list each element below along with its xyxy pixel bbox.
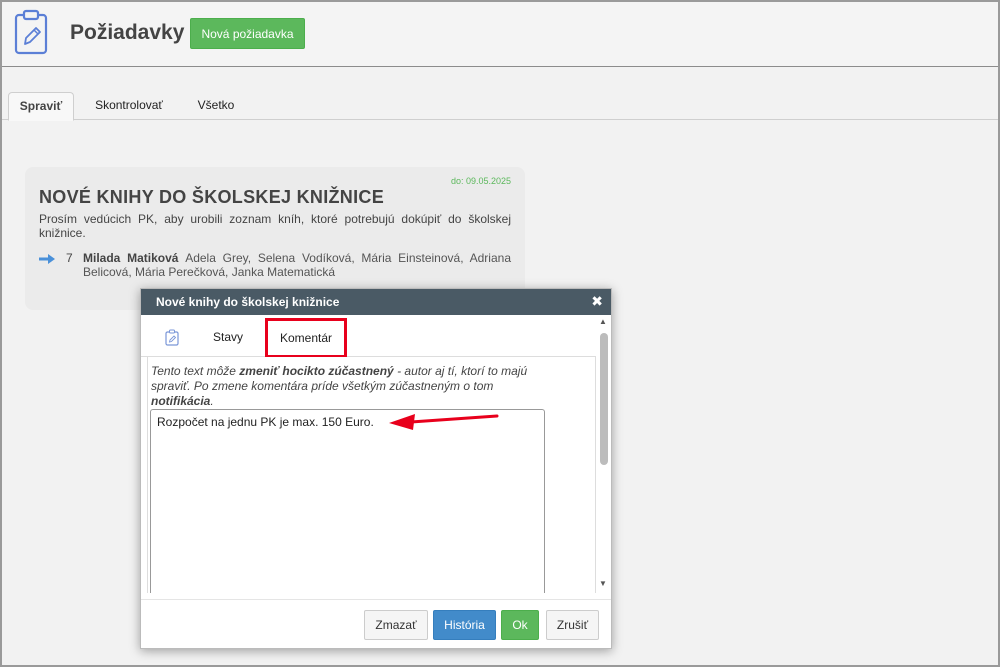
dialog-tabs: Stavy Komentár: [141, 315, 596, 358]
tab-review[interactable]: Skontrolovať: [88, 92, 170, 120]
dialog-scrollbar[interactable]: ▲ ▼: [597, 317, 611, 592]
dialog-body: Tento text môže zmeniť hocikto zúčastnen…: [147, 357, 596, 593]
participant-count: 7: [66, 251, 73, 265]
participants-list: Milada Matiková Adela Grey, Selena Vodík…: [83, 251, 511, 279]
tab-states[interactable]: Stavy: [213, 330, 243, 344]
info-bold-2: notifikácia: [151, 394, 211, 408]
page-header: Požiadavky Nová požiadavka: [2, 2, 998, 67]
history-button[interactable]: História: [433, 610, 496, 640]
tab-all[interactable]: Všetko: [190, 92, 242, 120]
cancel-button[interactable]: Zrušiť: [546, 610, 599, 640]
clipboard-edit-icon: [14, 9, 48, 55]
comment-textarea[interactable]: Rozpočet na jednu PK je max. 150 Euro.: [150, 409, 545, 593]
card-description: Prosím vedúcich PK, aby urobili zoznam k…: [39, 212, 511, 240]
new-request-button[interactable]: Nová požiadavka: [190, 18, 305, 49]
comment-dialog: Nové knihy do školskej knižnice ✖ Stavy …: [140, 288, 612, 649]
dialog-header: Nové knihy do školskej knižnice ✖: [141, 289, 611, 315]
tab-clipboard-icon[interactable]: [165, 329, 179, 346]
card-title: NOVÉ KNIHY DO ŠKOLSKEJ KNIŽNICE: [39, 187, 385, 207]
tab-comment-highlight[interactable]: Komentár: [265, 318, 347, 358]
page-title: Požiadavky: [70, 21, 185, 44]
comment-info: Tento text môže zmeniť hocikto zúčastnen…: [151, 364, 541, 409]
tab-comment[interactable]: Komentár: [268, 331, 344, 345]
owner-name: Milada Matiková: [83, 251, 179, 265]
scroll-down-icon[interactable]: ▼: [599, 579, 607, 588]
info-bold-1: zmeniť hocikto zúčastnený: [239, 364, 394, 378]
due-date: do: 09.05.2025: [450, 176, 511, 186]
dialog-footer: Zmazať História Ok Zrušiť: [141, 599, 611, 649]
scroll-thumb[interactable]: [600, 333, 608, 465]
main-tabs: Spraviť Skontrolovať Všetko: [2, 90, 998, 121]
info-text-3: .: [210, 394, 214, 408]
arrow-right-icon: [39, 254, 55, 264]
red-arrow-annotation: [389, 414, 499, 430]
delete-button[interactable]: Zmazať: [364, 610, 428, 640]
dialog-title: Nové knihy do školskej knižnice: [156, 295, 340, 309]
ok-button[interactable]: Ok: [501, 610, 539, 640]
tab-todo[interactable]: Spraviť: [8, 92, 74, 121]
scroll-up-icon[interactable]: ▲: [599, 317, 607, 326]
close-icon[interactable]: ✖: [591, 294, 603, 308]
participants-row: 7 Milada Matiková Adela Grey, Selena Vod…: [39, 251, 511, 283]
info-text-1: Tento text môže: [151, 364, 240, 378]
